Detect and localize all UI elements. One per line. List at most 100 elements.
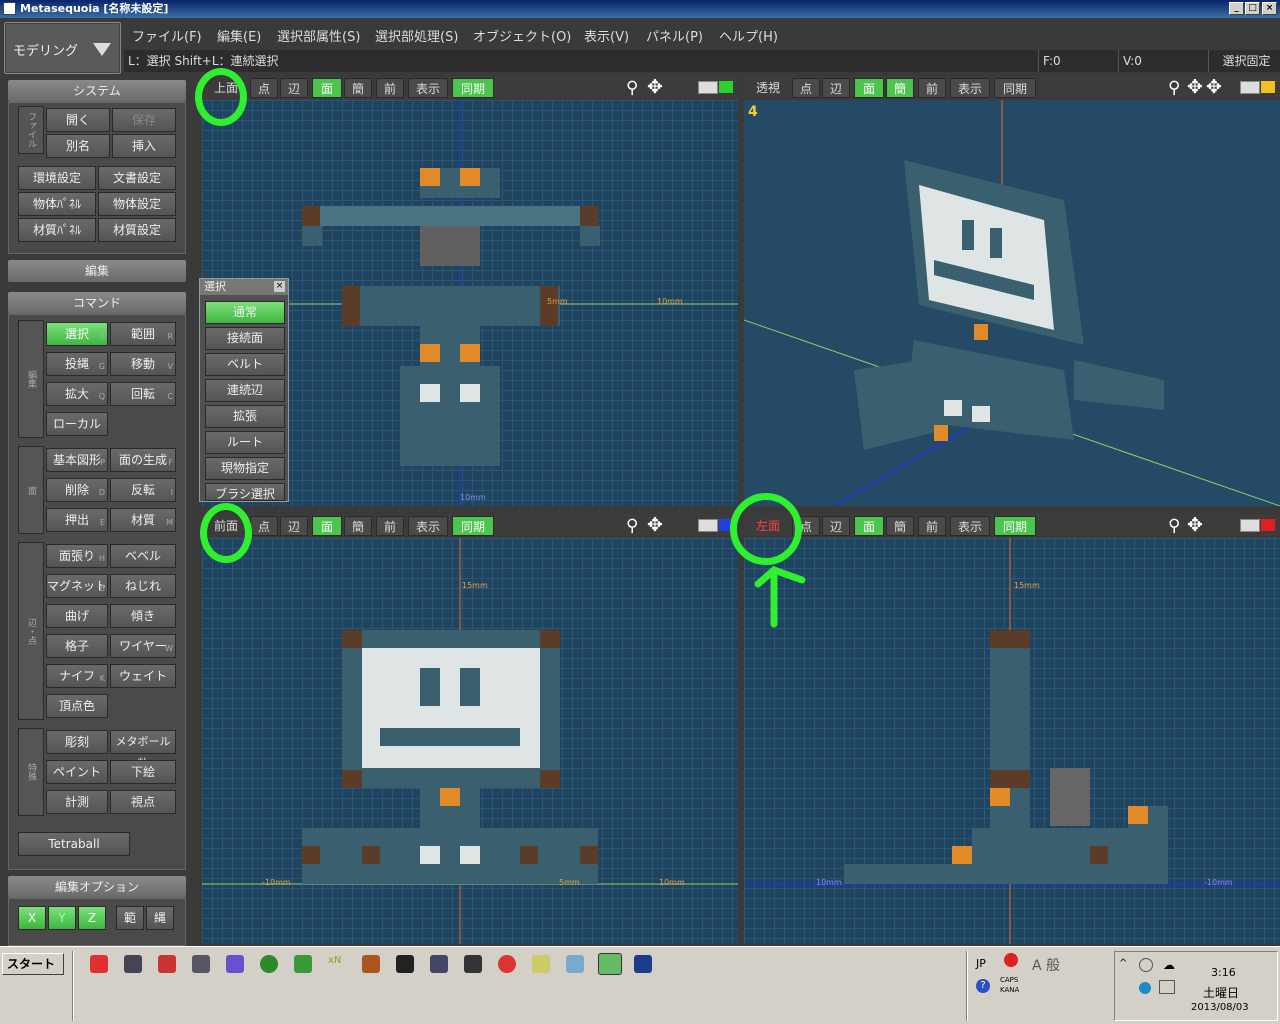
app-icon[interactable] — [192, 955, 210, 973]
sync-button[interactable]: 同期 — [452, 78, 494, 98]
app-icon[interactable] — [532, 955, 550, 973]
face-mode-button[interactable]: 面 — [854, 516, 884, 536]
object-panel-button[interactable]: 物体ﾊﾟﾈﾙ — [18, 192, 96, 216]
axis-z-toggle[interactable]: Z — [78, 906, 106, 930]
viewport-perspective[interactable]: 4 — [744, 100, 1280, 506]
simple-button[interactable]: 簡 — [344, 516, 372, 536]
move-button[interactable]: 移動 V — [110, 352, 176, 376]
select-edge-loop[interactable]: 連続辺 — [205, 379, 285, 402]
viewport-left[interactable]: 15mm 10mm -10mm — [744, 538, 1280, 944]
viewport-front[interactable]: 15mm -10mm 5mm 10mm — [202, 538, 738, 944]
pan-icon[interactable]: ✥ — [1187, 76, 1203, 98]
color-indicator-icon[interactable] — [1261, 519, 1275, 531]
app-icon[interactable] — [294, 955, 312, 973]
network-icon[interactable] — [1159, 980, 1175, 994]
viewport-persp-name[interactable]: 透視 — [748, 78, 788, 98]
rope-option-button[interactable]: 縄 — [146, 906, 174, 930]
command-header[interactable]: コマンド — [8, 292, 186, 314]
system-header[interactable]: システム — [8, 80, 186, 102]
tilt-button[interactable]: 傾き — [110, 604, 176, 628]
zoom-icon[interactable]: ⚲ — [626, 78, 638, 98]
axis-y-toggle[interactable]: Y — [48, 906, 76, 930]
menu-selection-attr[interactable]: 選択部属性(S) — [277, 26, 360, 45]
mode-dropdown[interactable]: モデリング — [4, 22, 121, 74]
monitor-icon[interactable] — [1240, 519, 1260, 532]
app-icon[interactable]: xN — [328, 955, 346, 973]
pan-icon[interactable]: ✥ — [647, 76, 663, 98]
app-icon[interactable] — [362, 955, 380, 973]
wire-button[interactable]: ワイヤー W — [110, 634, 176, 658]
photoshop-icon[interactable] — [634, 955, 652, 973]
simple-button[interactable]: 簡 — [886, 516, 914, 536]
monitor-icon[interactable] — [698, 519, 718, 532]
display-button[interactable]: 表示 — [950, 78, 990, 98]
vertex-mode-button[interactable]: 点 — [250, 78, 278, 98]
sculpt-button[interactable]: 彫刻 — [46, 730, 108, 754]
display-button[interactable]: 表示 — [408, 78, 448, 98]
color-indicator-icon[interactable] — [719, 81, 733, 93]
face-mode-button[interactable]: 面 — [312, 516, 342, 536]
app-icon[interactable] — [90, 955, 108, 973]
lang-indicator[interactable]: JP — [976, 957, 986, 970]
range-option-button[interactable]: 範 — [116, 906, 144, 930]
metaball-button[interactable]: メタボール粘 — [110, 730, 176, 770]
simple-button[interactable]: 簡 — [344, 78, 372, 98]
zoom-icon[interactable]: ⚲ — [1168, 78, 1180, 98]
zoom-icon[interactable]: ⚲ — [1168, 516, 1180, 536]
front-button[interactable]: 前 — [376, 516, 404, 536]
edge-mode-button[interactable]: 辺 — [280, 516, 308, 536]
scale-button[interactable]: 拡大 Q — [46, 382, 108, 406]
bevel-button[interactable]: ベベル — [110, 544, 176, 568]
app-icon[interactable] — [124, 955, 142, 973]
face-mode-button[interactable]: 面 — [312, 78, 342, 98]
app-icon[interactable] — [430, 955, 448, 973]
select-expand[interactable]: 拡張 — [205, 405, 285, 428]
vertex-color-button[interactable]: 頂点色 — [46, 694, 108, 718]
range-button[interactable]: 範囲 R — [110, 322, 176, 346]
local-button[interactable]: ローカル — [46, 412, 108, 436]
material-button[interactable]: 材質 M — [110, 508, 176, 532]
monitor-icon[interactable] — [1240, 81, 1260, 94]
menu-panel[interactable]: パネル(P) — [646, 26, 703, 45]
select-connected[interactable]: 接続面 — [205, 327, 285, 350]
front-button[interactable]: 前 — [376, 78, 404, 98]
rotate-view-icon[interactable]: ✥ — [1206, 76, 1222, 98]
select-brush[interactable]: ブラシ選択 — [205, 483, 285, 501]
object-settings-button[interactable]: 物体設定 — [98, 192, 176, 216]
simple-button[interactable]: 簡 — [886, 78, 914, 98]
app-icon[interactable] — [566, 955, 584, 973]
face-mode-button[interactable]: 面 — [854, 78, 884, 98]
select-normal[interactable]: 通常 — [205, 301, 285, 324]
open-button[interactable]: 開く — [46, 108, 110, 132]
display-button[interactable]: 表示 — [950, 516, 990, 536]
steam-icon[interactable] — [464, 955, 482, 973]
app-icon[interactable] — [260, 955, 278, 973]
zoom-icon[interactable]: ⚲ — [626, 516, 638, 536]
front-button[interactable]: 前 — [918, 78, 946, 98]
menu-edit[interactable]: 編集(E) — [217, 26, 261, 45]
extrude-button[interactable]: 押出 E — [46, 508, 108, 532]
lattice-button[interactable]: 格子 — [46, 634, 108, 658]
minimize-button[interactable]: _ — [1229, 2, 1244, 15]
insert-button[interactable]: 挿入 — [112, 134, 176, 158]
sync-button[interactable]: 同期 — [452, 516, 494, 536]
vertex-mode-button[interactable]: 点 — [250, 516, 278, 536]
selection-lock-button[interactable]: 選択固定 — [1208, 50, 1280, 72]
delete-button[interactable]: 削除 D — [46, 478, 108, 502]
edge-mode-button[interactable]: 辺 — [822, 78, 850, 98]
menu-file[interactable]: ファイル(F) — [132, 26, 202, 45]
edit-options-header[interactable]: 編集オプション — [8, 876, 186, 898]
chrome-icon[interactable] — [498, 955, 516, 973]
sync-button[interactable]: 同期 — [994, 78, 1036, 98]
material-settings-button[interactable]: 材質設定 — [98, 218, 176, 242]
bend-button[interactable]: 曲げ — [46, 604, 108, 628]
front-button[interactable]: 前 — [918, 516, 946, 536]
close-icon[interactable]: × — [274, 281, 285, 292]
env-settings-button[interactable]: 環境設定 — [18, 166, 96, 190]
menu-selection-proc[interactable]: 選択部処理(S) — [375, 26, 458, 45]
generate-face-button[interactable]: 面の生成 F — [110, 448, 176, 472]
twist-button[interactable]: ねじれ — [110, 574, 176, 598]
help-icon[interactable]: ? — [976, 979, 990, 993]
color-indicator-icon[interactable] — [1261, 81, 1275, 93]
app-icon[interactable] — [226, 955, 244, 973]
